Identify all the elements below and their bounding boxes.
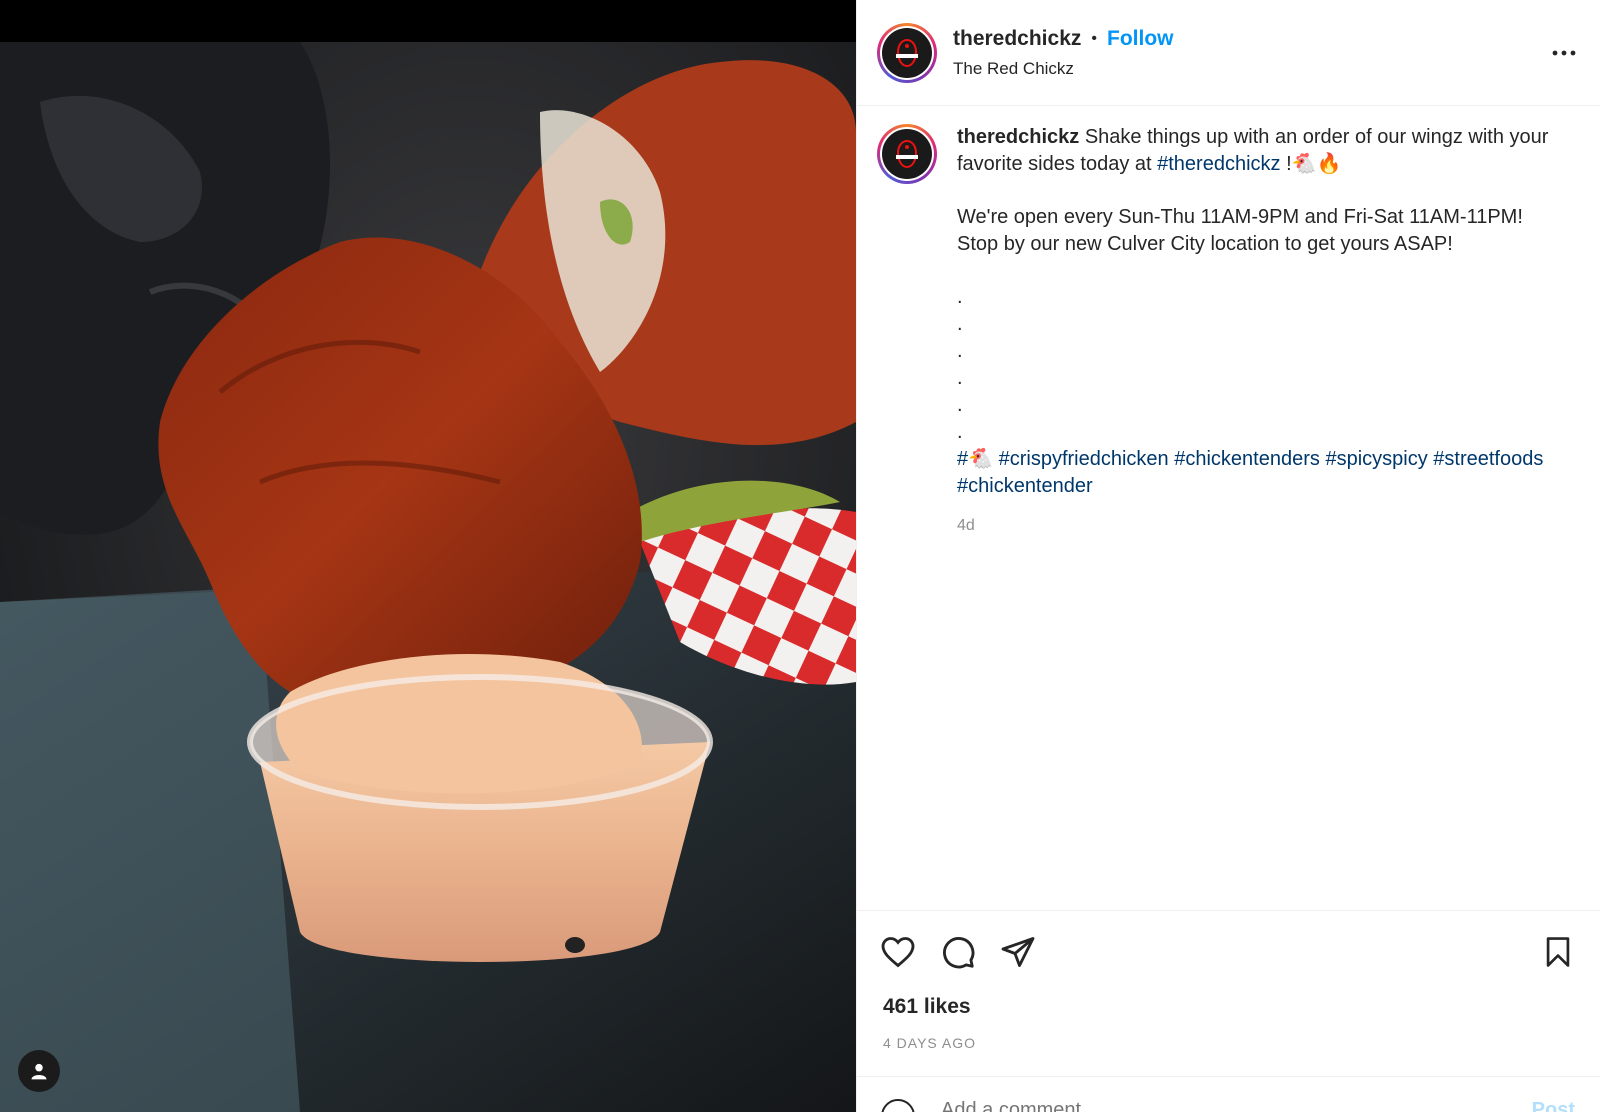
more-options-button[interactable]	[1551, 40, 1577, 71]
separator-dot: •	[1091, 29, 1097, 47]
hashtag-link[interactable]: #crispyfriedchicken	[999, 448, 1169, 470]
post-header: theredchickz • Follow The Red Chickz	[857, 0, 1600, 106]
caption-dot: .	[957, 394, 963, 416]
post-side-panel: theredchickz • Follow The Red Chickz the…	[856, 0, 1600, 1112]
avatar-border	[880, 25, 934, 80]
post-photo[interactable]	[0, 42, 856, 1112]
post-media[interactable]	[0, 0, 856, 1112]
red-chickz-logo-icon	[882, 129, 932, 179]
share-button[interactable]	[999, 933, 1037, 971]
caption-age[interactable]: 4d	[957, 512, 1557, 539]
chicken-logo-icon	[896, 139, 918, 169]
user-icon	[31, 1063, 47, 1080]
hashtag-link[interactable]: #chickentenders	[1174, 448, 1320, 470]
hashtag-link[interactable]: #chickentender	[957, 475, 1093, 497]
media-top-bar	[0, 0, 856, 42]
caption-dot: .	[957, 421, 963, 443]
caption-first-paragraph: theredchickz Shake things up with an ord…	[957, 124, 1557, 178]
send-icon	[1001, 937, 1035, 967]
caption-body: theredchickz Shake things up with an ord…	[957, 124, 1557, 539]
emoji-icon[interactable]	[881, 1099, 915, 1112]
username-link[interactable]: theredchickz	[953, 27, 1081, 51]
caption-username-link[interactable]: theredchickz	[957, 126, 1079, 148]
likes-count[interactable]: 461 likes	[883, 995, 971, 1019]
caption-hours-paragraph: We're open every Sun-Thu 11AM-9PM and Fr…	[957, 206, 1523, 255]
location-label[interactable]: The Red Chickz	[953, 59, 1174, 79]
header-row: theredchickz • Follow	[953, 27, 1174, 51]
action-row	[879, 933, 1037, 971]
avatar[interactable]	[877, 22, 937, 83]
like-button[interactable]	[879, 933, 917, 971]
caption-emoji: !🐔🔥	[1280, 153, 1342, 175]
comment-input[interactable]	[941, 1099, 1441, 1112]
hashtag-link[interactable]: #streetfoods	[1433, 448, 1543, 470]
post-timestamp[interactable]: 4 DAYS AGO	[883, 1035, 976, 1051]
post-caption: theredchickz Shake things up with an ord…	[877, 124, 1577, 539]
chicken-logo-icon	[896, 38, 918, 67]
comment-icon	[943, 937, 975, 969]
caption-hashtags: #🐔 #crispyfriedchicken #chickentenders #…	[957, 446, 1557, 500]
caption-dots: . . . . . .	[957, 284, 1557, 446]
caption-dot: .	[957, 367, 963, 389]
caption-dot: .	[957, 340, 963, 362]
hashtag-link[interactable]: #🐔	[957, 448, 993, 470]
comment-button[interactable]	[939, 933, 977, 971]
caption-avatar-border	[880, 127, 934, 181]
hashtag-link[interactable]: #spicyspicy	[1325, 448, 1427, 470]
hashtag-link[interactable]: #theredchickz	[1157, 153, 1280, 175]
caption-dot: .	[957, 313, 963, 335]
header-text: theredchickz • Follow The Red Chickz	[953, 27, 1174, 79]
comment-bar: Post	[857, 1076, 1600, 1112]
post-comment-button[interactable]: Post	[1532, 1099, 1575, 1112]
caption-dot: .	[957, 286, 963, 308]
caption-avatar[interactable]	[877, 124, 937, 184]
food-photo-illustration	[0, 42, 856, 1112]
tagged-users-button[interactable]	[18, 1050, 60, 1092]
save-button[interactable]	[1539, 933, 1577, 971]
more-horizontal-icon	[1552, 50, 1576, 56]
bookmark-icon	[1546, 937, 1570, 967]
red-chickz-logo-icon	[882, 27, 932, 78]
follow-button[interactable]: Follow	[1107, 27, 1174, 51]
heart-icon	[881, 937, 915, 968]
